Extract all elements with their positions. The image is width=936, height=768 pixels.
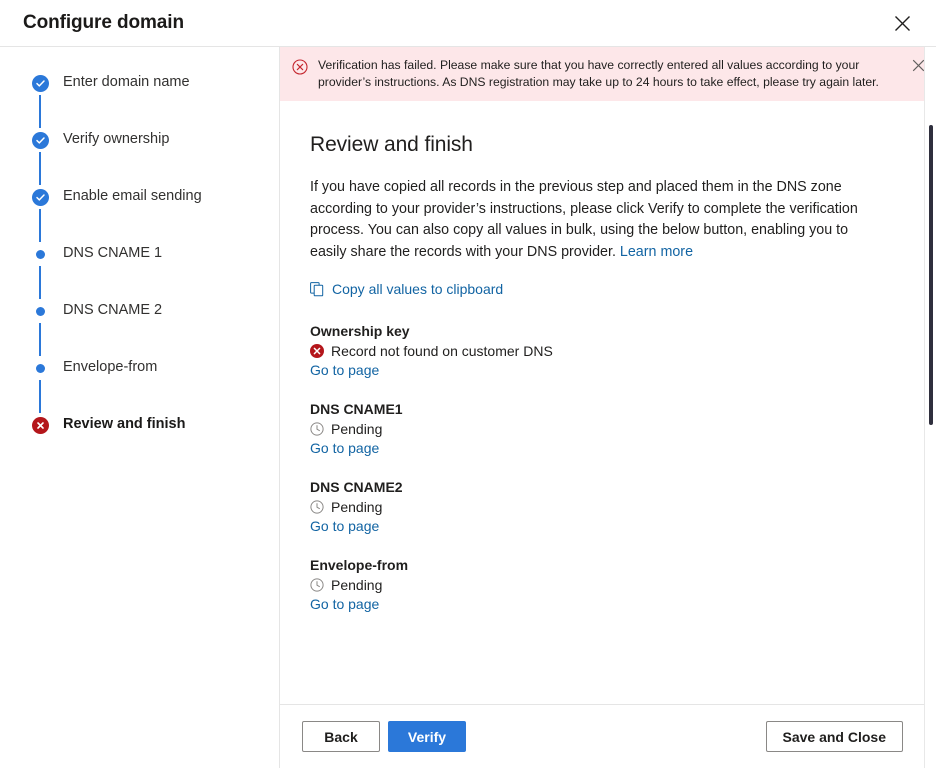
save-and-close-button[interactable]: Save and Close	[766, 721, 904, 752]
sidebar-item-label: DNS CNAME 1	[63, 244, 162, 263]
go-to-page-link[interactable]: Go to page	[310, 596, 379, 612]
record-name: DNS CNAME1	[310, 401, 896, 417]
step-connector	[39, 152, 41, 185]
clock-icon	[310, 500, 324, 514]
scrollbar-thumb[interactable]	[929, 125, 933, 425]
record-item-dns-cname1: DNS CNAME1 Pending Go to page	[310, 401, 896, 458]
error-circle-filled-icon	[310, 344, 324, 358]
sidebar-item-enable-email-sending[interactable]: Enable email sending	[0, 187, 279, 244]
record-status-text: Pending	[331, 420, 382, 438]
step-connector	[39, 95, 41, 128]
sidebar-item-label: Envelope-from	[63, 358, 157, 377]
record-status: Pending	[310, 576, 896, 594]
record-list: Ownership key Record not found on custom…	[310, 323, 896, 614]
record-item-envelope-from: Envelope-from Pending Go to page	[310, 557, 896, 614]
sidebar-item-dns-cname-1[interactable]: DNS CNAME 1	[0, 244, 279, 301]
back-button[interactable]: Back	[302, 721, 380, 752]
go-to-page-link[interactable]: Go to page	[310, 440, 379, 456]
clock-icon	[310, 422, 324, 436]
check-circle-icon	[31, 131, 49, 149]
go-to-page-link[interactable]: Go to page	[310, 518, 379, 534]
sidebar-item-label: Enable email sending	[63, 187, 202, 206]
record-status-text: Pending	[331, 576, 382, 594]
dialog-body: Enter domain name Verify ownership	[0, 47, 936, 768]
record-name: DNS CNAME2	[310, 479, 896, 495]
main-panel: Verification has failed. Please make sur…	[280, 47, 936, 768]
intro-paragraph: If you have copied all records in the pr…	[310, 177, 886, 263]
step-list: Enter domain name Verify ownership	[0, 73, 279, 472]
dot-icon	[31, 245, 49, 263]
sidebar-item-enter-domain-name[interactable]: Enter domain name	[0, 73, 279, 130]
sidebar-item-label: DNS CNAME 2	[63, 301, 162, 320]
vertical-scrollbar[interactable]	[924, 47, 936, 768]
record-name: Ownership key	[310, 323, 896, 339]
configure-domain-dialog: Configure domain	[0, 0, 936, 768]
record-status: Record not found on customer DNS	[310, 342, 896, 360]
sidebar-item-label: Review and finish	[63, 415, 185, 434]
page-title: Configure domain	[23, 12, 184, 34]
clock-icon	[310, 578, 324, 592]
record-status: Pending	[310, 498, 896, 516]
intro-text: If you have copied all records in the pr…	[310, 179, 858, 260]
step-connector	[39, 209, 41, 242]
sidebar-item-dns-cname-2[interactable]: DNS CNAME 2	[0, 301, 279, 358]
record-item-ownership-key: Ownership key Record not found on custom…	[310, 323, 896, 380]
content-area: Review and finish If you have copied all…	[280, 101, 936, 704]
verify-button[interactable]: Verify	[388, 721, 466, 752]
error-circle-icon	[292, 59, 308, 75]
footer-left-actions: Back Verify	[302, 721, 466, 752]
dot-icon	[31, 302, 49, 320]
close-icon[interactable]	[886, 7, 918, 39]
copy-icon	[310, 282, 325, 297]
copy-all-values-label: Copy all values to clipboard	[332, 281, 503, 297]
error-banner-message: Verification has failed. Please make sur…	[318, 57, 898, 91]
dialog-footer: Back Verify Save and Close	[280, 704, 936, 768]
check-circle-icon	[31, 188, 49, 206]
dialog-header: Configure domain	[0, 0, 936, 47]
error-circle-filled-icon	[31, 416, 49, 434]
record-status-text: Pending	[331, 498, 382, 516]
record-status: Pending	[310, 420, 896, 438]
copy-all-values-button[interactable]: Copy all values to clipboard	[310, 281, 503, 297]
steps-sidebar: Enter domain name Verify ownership	[0, 47, 280, 768]
sidebar-item-label: Enter domain name	[63, 73, 190, 92]
record-name: Envelope-from	[310, 557, 896, 573]
dot-icon	[31, 359, 49, 377]
step-connector	[39, 380, 41, 413]
check-circle-icon	[31, 74, 49, 92]
sidebar-item-verify-ownership[interactable]: Verify ownership	[0, 130, 279, 187]
learn-more-link[interactable]: Learn more	[620, 244, 693, 260]
error-banner: Verification has failed. Please make sur…	[280, 47, 936, 101]
step-connector	[39, 266, 41, 299]
sidebar-item-envelope-from[interactable]: Envelope-from	[0, 358, 279, 415]
sidebar-item-label: Verify ownership	[63, 130, 169, 149]
sidebar-item-review-and-finish[interactable]: Review and finish	[0, 415, 279, 472]
record-status-text: Record not found on customer DNS	[331, 342, 553, 360]
step-connector	[39, 323, 41, 356]
section-title: Review and finish	[310, 133, 896, 157]
go-to-page-link[interactable]: Go to page	[310, 362, 379, 378]
record-item-dns-cname2: DNS CNAME2 Pending Go to page	[310, 479, 896, 536]
